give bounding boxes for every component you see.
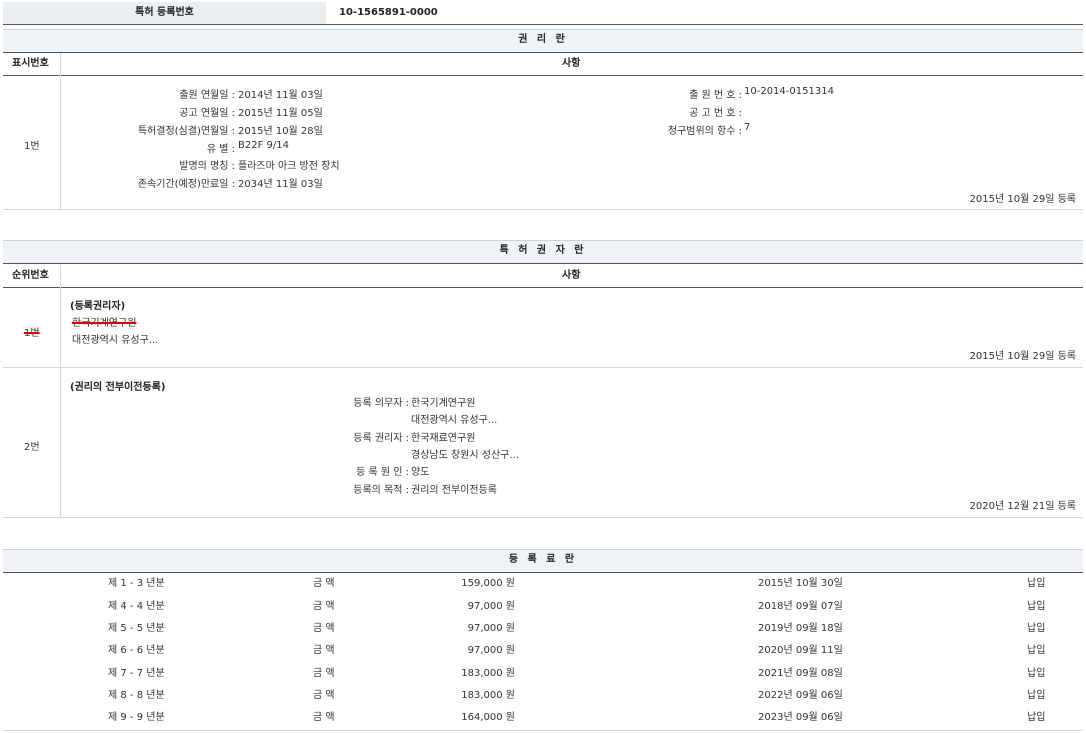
fee-amount-label: 금 액 xyxy=(313,596,335,618)
fee-amount-label: 금 액 xyxy=(313,640,335,662)
holder-row1-no: 1번 xyxy=(24,324,40,339)
fee-year: 제 4 - 4 년분 xyxy=(108,596,165,618)
field-label: 등 록 원 인 : xyxy=(356,463,409,478)
fee-year: 제 1 - 3 년분 xyxy=(108,573,165,595)
field-label: 공고 연월일 : xyxy=(179,104,235,119)
field-value: B22F 9/14 xyxy=(238,140,289,151)
holders-title: 특 허 권 자 란 xyxy=(3,240,1083,262)
rights-row-no: 1번 xyxy=(24,137,40,152)
field-value: 한국재료연구원 xyxy=(411,429,475,444)
field-label: 출 원 번 호 : xyxy=(689,86,742,101)
table-row: 제 4 - 4 년분 금 액 97,000 원 2018년 09월 07일 납입 xyxy=(3,596,1083,618)
fee-amount-label: 금 액 xyxy=(313,707,335,729)
rights-title: 권 리 란 xyxy=(3,29,1083,51)
holder-row1-address: 대전광역시 유성구... xyxy=(72,331,158,346)
field-value: 10-2014-0151314 xyxy=(744,86,834,97)
holders-col-item: 사항 xyxy=(562,265,580,287)
field-value: 2014년 11월 03일 xyxy=(238,86,323,101)
fee-status: 납입 xyxy=(1027,618,1045,640)
table-row: 제 5 - 5 년분 금 액 97,000 원 2019년 09월 18일 납입 xyxy=(3,618,1083,640)
fee-amount-label: 금 액 xyxy=(313,685,335,707)
field-label: 특허결정(심결)연월일 : xyxy=(138,122,235,137)
registration-number: 10-1565891-0000 xyxy=(339,2,438,24)
fee-date: 2022년 09월 06일 xyxy=(758,685,843,707)
fee-amount-label: 금 액 xyxy=(313,573,335,595)
holders-col-no: 순위번호 xyxy=(12,265,49,287)
field-value: 양도 xyxy=(411,463,429,478)
field-value: 7 xyxy=(744,122,750,133)
fee-status: 납입 xyxy=(1027,707,1045,729)
rights-column-header xyxy=(3,53,1083,76)
field-value: 2015년 10월 28일 xyxy=(238,122,323,137)
fee-status: 납입 xyxy=(1027,663,1045,685)
fee-amount: 97,000 원 xyxy=(468,596,515,618)
table-row: 제 6 - 6 년분 금 액 97,000 원 2020년 09월 11일 납입 xyxy=(3,640,1083,662)
fee-date: 2020년 09월 11일 xyxy=(758,640,843,662)
field-value: 대전광역시 유성구... xyxy=(411,411,497,426)
field-label: 유 별 : xyxy=(207,140,235,155)
fee-year: 제 6 - 6 년분 xyxy=(108,640,165,662)
field-value: 권리의 전부이전등록 xyxy=(411,481,497,496)
registration-header: 특허 등록번호 10-1565891-0000 xyxy=(3,2,1083,25)
table-row: 제 9 - 9 년분 금 액 164,000 원 2023년 09월 06일 납… xyxy=(3,707,1083,729)
fee-status: 납입 xyxy=(1027,573,1045,595)
holder-row1-type: (등록권리자) xyxy=(70,297,125,312)
field-label: 공 고 번 호 : xyxy=(689,104,742,119)
fee-date: 2019년 09월 18일 xyxy=(758,618,843,640)
fee-amount: 183,000 원 xyxy=(461,663,515,685)
rights-col-no: 표시번호 xyxy=(12,53,49,75)
fee-date: 2021년 09월 08일 xyxy=(758,663,843,685)
fee-status: 납입 xyxy=(1027,685,1045,707)
field-label: 출원 연월일 : xyxy=(179,86,235,101)
fee-date: 2023년 09월 06일 xyxy=(758,707,843,729)
fee-year: 제 8 - 8 년분 xyxy=(108,685,165,707)
field-label: 청구범위의 항수 : xyxy=(668,122,742,137)
fee-year: 제 5 - 5 년분 xyxy=(108,618,165,640)
fees-title: 등 록 료 란 xyxy=(3,549,1083,571)
field-value: 플라즈마 아크 방전 장치 xyxy=(238,157,340,172)
table-row: 제 1 - 3 년분 금 액 159,000 원 2015년 10월 30일 납… xyxy=(3,573,1083,595)
fee-amount: 97,000 원 xyxy=(468,640,515,662)
field-label: 존속기간(예정)만료일 : xyxy=(138,175,235,190)
rights-col-item: 사항 xyxy=(562,53,580,75)
table-row: 제 8 - 8 년분 금 액 183,000 원 2022년 09월 06일 납… xyxy=(3,685,1083,707)
fee-status: 납입 xyxy=(1027,596,1045,618)
field-value: 2034년 11월 03일 xyxy=(238,175,323,190)
holder-row2-reg-date: 2020년 12월 21일 등록 xyxy=(970,497,1076,512)
field-label: 발명의 명칭 : xyxy=(179,157,235,172)
fee-date: 2018년 09월 07일 xyxy=(758,596,843,618)
holder-row2-no: 2번 xyxy=(24,438,40,453)
field-value: 경상남도 창원시 성산구... xyxy=(411,446,519,461)
field-value: 한국기계연구원 xyxy=(411,394,475,409)
field-value: 2015년 11월 05일 xyxy=(238,104,323,119)
rights-reg-date: 2015년 10월 29일 등록 xyxy=(970,190,1076,205)
holder-row2-type: (권리의 전부이전등록) xyxy=(70,378,165,393)
fee-amount: 97,000 원 xyxy=(468,618,515,640)
holders-column-header xyxy=(3,265,1083,288)
holder-row1-name: 한국기계연구원 xyxy=(72,314,136,329)
fee-amount: 159,000 원 xyxy=(461,573,515,595)
fee-amount: 164,000 원 xyxy=(461,707,515,729)
field-label: 등록 권리자 : xyxy=(353,429,409,444)
registration-label: 특허 등록번호 xyxy=(3,2,326,24)
holder-row1-reg-date: 2015년 10월 29일 등록 xyxy=(970,347,1076,362)
fee-amount-label: 금 액 xyxy=(313,618,335,640)
fee-date: 2015년 10월 30일 xyxy=(758,573,843,595)
fee-status: 납입 xyxy=(1027,640,1045,662)
field-label: 등록의 목적 : xyxy=(353,481,409,496)
fee-amount: 183,000 원 xyxy=(461,685,515,707)
table-row: 제 7 - 7 년분 금 액 183,000 원 2021년 09월 08일 납… xyxy=(3,663,1083,685)
fee-amount-label: 금 액 xyxy=(313,663,335,685)
field-label: 등록 의무자 : xyxy=(353,394,409,409)
fee-year: 제 7 - 7 년분 xyxy=(108,663,165,685)
fee-year: 제 9 - 9 년분 xyxy=(108,707,165,729)
